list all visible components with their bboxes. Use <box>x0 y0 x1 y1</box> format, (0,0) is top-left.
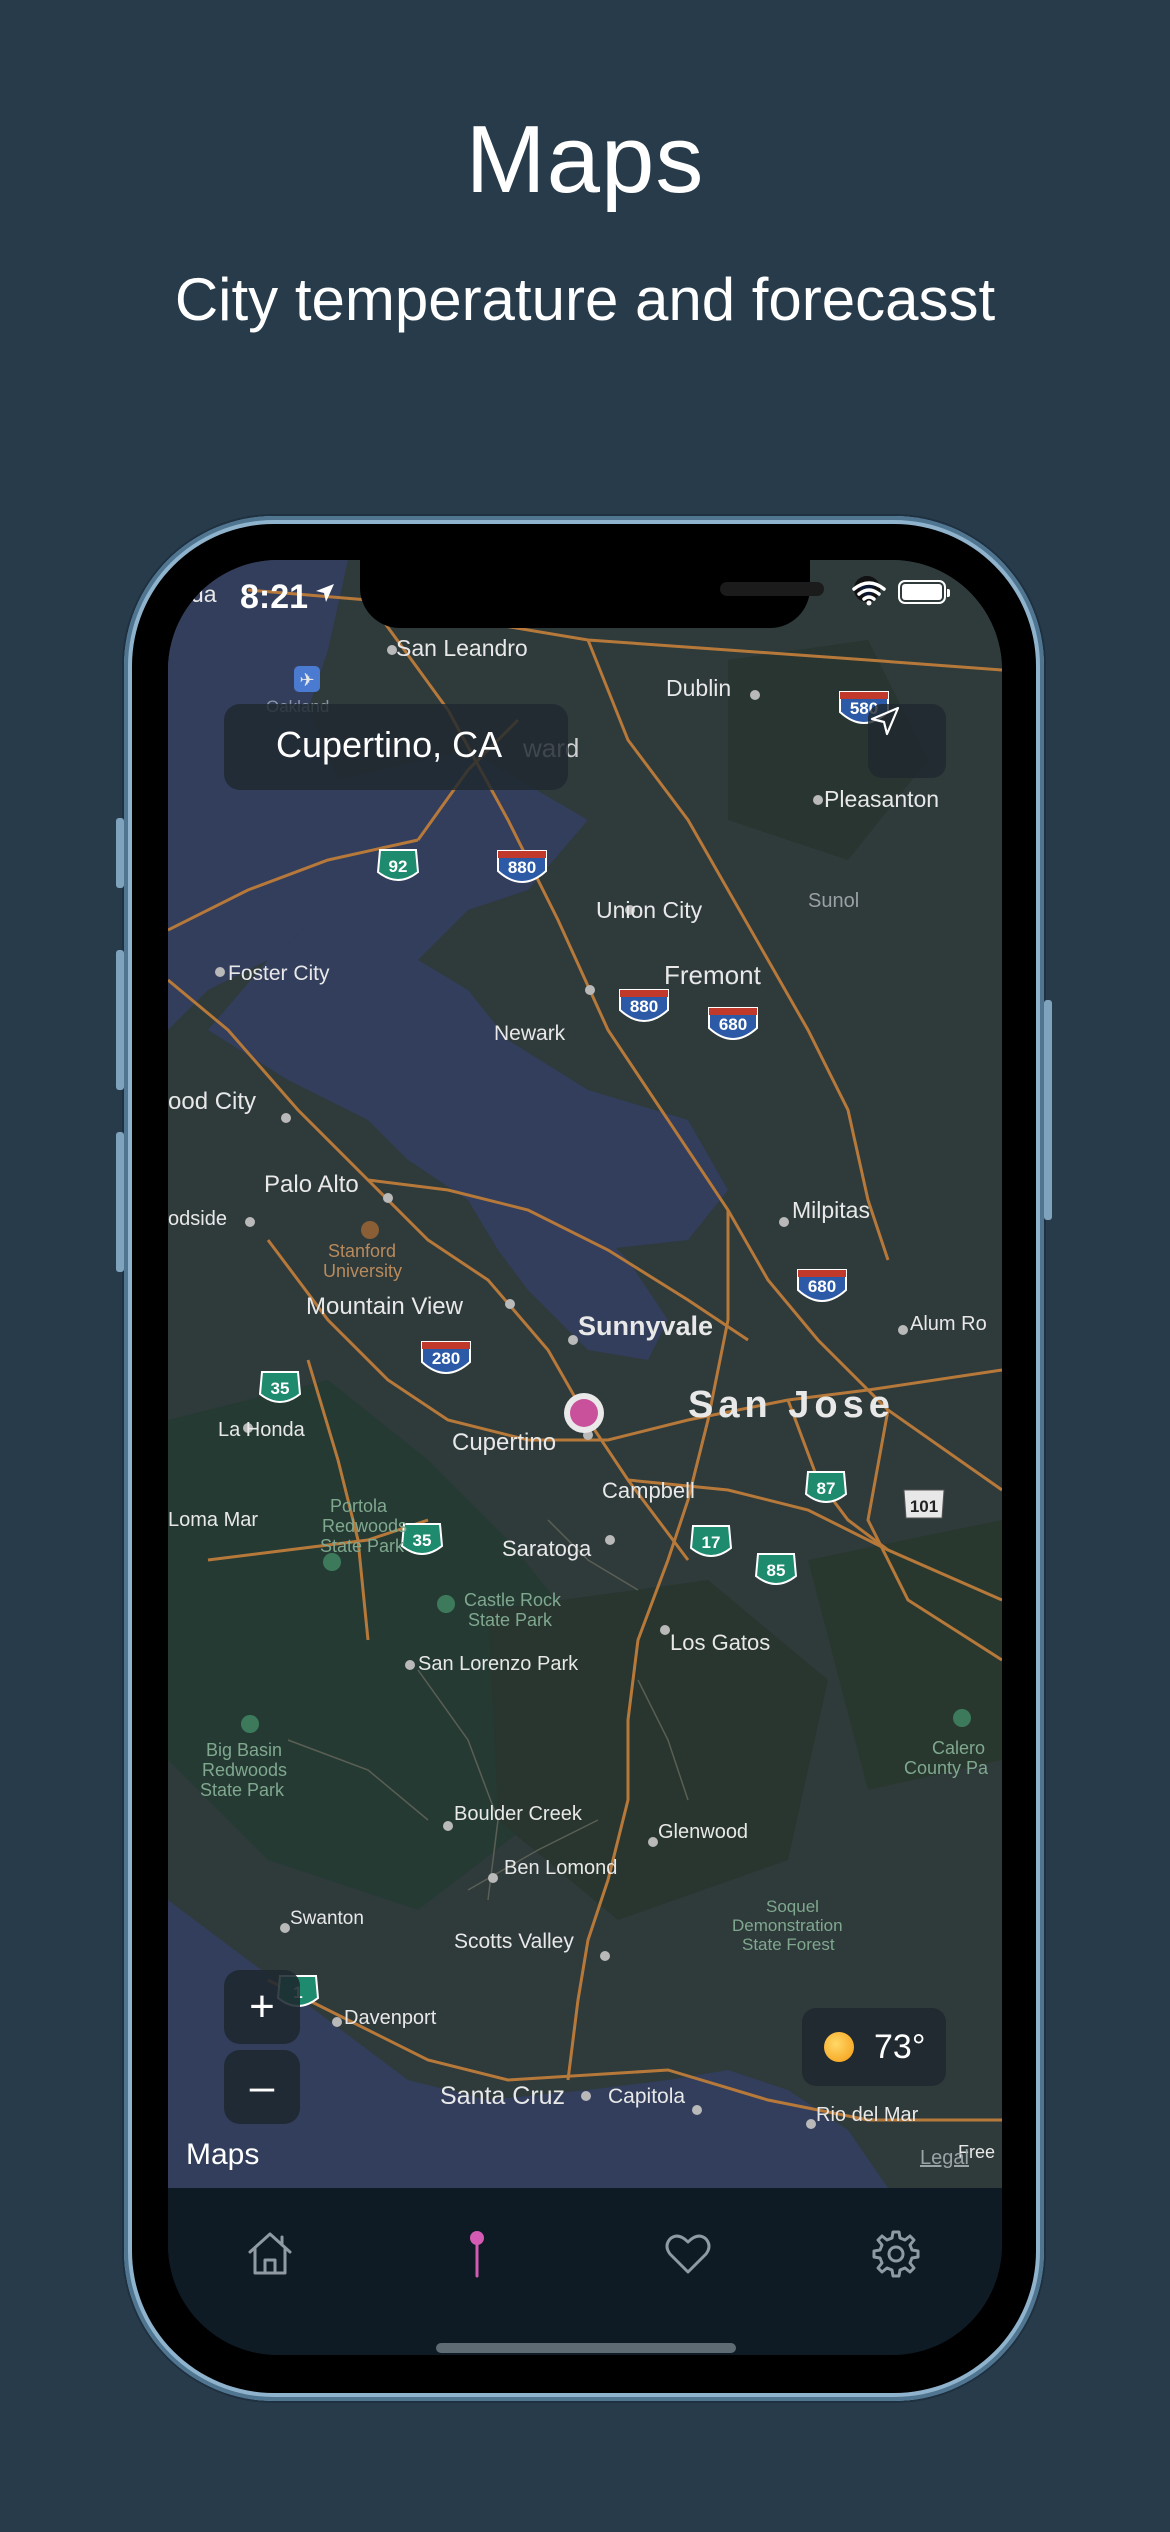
home-indicator[interactable] <box>436 2343 736 2353</box>
shield-92: 92 <box>389 857 408 876</box>
tab-map[interactable] <box>445 2222 509 2286</box>
map-label-fremont: Fremont <box>664 960 762 990</box>
temperature-value: 73° <box>874 2028 926 2066</box>
zoom-out-button[interactable]: – <box>224 2050 300 2124</box>
power-button <box>1044 1000 1052 1220</box>
maps-attribution: Maps <box>186 2138 259 2172</box>
map-label-dublin: Dublin <box>666 675 731 701</box>
map-label-pleasanton: Pleasanton <box>824 786 939 812</box>
map-label-capitola: Capitola <box>608 2085 685 2108</box>
notch <box>360 560 880 628</box>
tab-home[interactable] <box>238 2222 302 2286</box>
map-label-swanton: Swanton <box>290 1908 364 1929</box>
tab-settings[interactable] <box>864 2222 928 2286</box>
map-label-soquel-3: State Forest <box>742 1935 835 1954</box>
location-search-text: Cupertino, CA <box>276 724 503 765</box>
pin-icon <box>470 2231 484 2278</box>
heart-icon <box>665 2234 711 2274</box>
map-label-ben-lomond: Ben Lomond <box>504 1857 617 1879</box>
map-label-big-basin-1: Big Basin <box>206 1740 282 1760</box>
map-label-san-lorenzo-park: San Lorenzo Park <box>418 1653 579 1675</box>
page-title: Maps <box>465 106 705 213</box>
map-label-san-jose: San Jose <box>688 1384 895 1426</box>
map-label-big-basin-3: State Park <box>200 1780 285 1800</box>
page-subtitle: City temperature and forecasst <box>174 266 996 333</box>
map-label-la-honda: La Honda <box>218 1419 306 1441</box>
map-label-san-leandro: San Leandro <box>396 635 528 661</box>
map-label-davenport: Davenport <box>344 2007 437 2029</box>
shield-880-a: 880 <box>508 858 536 877</box>
map-label-scotts-valley: Scotts Valley <box>454 1930 574 1953</box>
map-label-campbell: Campbell <box>602 1478 695 1503</box>
tab-favorites[interactable] <box>656 2222 720 2286</box>
map-label-castle-rock-1: Castle Rock <box>464 1590 562 1610</box>
map-label-sunnyvale: Sunnyvale <box>578 1311 713 1341</box>
map-label-portola-2: Redwoods <box>322 1516 407 1536</box>
map-label-woodside: odside <box>168 1208 227 1230</box>
volume-up-button <box>116 950 124 1090</box>
svg-text:✈: ✈ <box>299 670 314 690</box>
map-label-loma-mar: Loma Mar <box>168 1509 258 1531</box>
wifi-icon <box>852 581 886 606</box>
shield-85: 85 <box>767 1561 786 1580</box>
weather-badge[interactable]: 73° <box>802 2008 946 2086</box>
shield-17: 17 <box>702 1533 721 1552</box>
map-label-milpitas: Milpitas <box>792 1197 870 1223</box>
shield-35-a: 35 <box>271 1379 290 1398</box>
location-search[interactable]: Cupertino, CA <box>224 704 568 790</box>
current-location-button[interactable] <box>868 704 946 778</box>
map-label-sunol: Sunol <box>808 890 859 912</box>
maps-attribution-text: Maps <box>186 2138 260 2171</box>
mute-switch <box>116 818 124 888</box>
status-time: 8:21 <box>240 578 309 616</box>
map-label-soquel-1: Soquel <box>766 1897 819 1916</box>
location-marker[interactable] <box>564 1393 604 1433</box>
map-label-redwood-city: ood City <box>168 1088 256 1115</box>
map-label-portola-1: Portola <box>330 1496 388 1516</box>
map-label-calero-2: County Pa <box>904 1758 989 1778</box>
shield-280: 280 <box>432 1349 460 1368</box>
tab-bar <box>168 2188 1002 2355</box>
map-label-stanford-university: University <box>323 1261 402 1281</box>
map-label-soquel-2: Demonstration <box>732 1916 843 1935</box>
map-label-newark: Newark <box>494 1022 566 1045</box>
map-view[interactable]: ✈ 580 880 880 680 680 280 92 35 35 87 17… <box>168 560 1002 2188</box>
location-services-icon <box>316 584 334 602</box>
map-label-glenwood: Glenwood <box>658 1821 748 1843</box>
map-label-palo-alto: Palo Alto <box>264 1171 359 1198</box>
map-label-santa-cruz: Santa Cruz <box>440 2082 565 2110</box>
map-label-castle-rock-2: State Park <box>468 1610 553 1630</box>
map-label-rio-del-mar: Rio del Mar <box>816 2104 919 2126</box>
sun-icon <box>824 2032 854 2062</box>
shield-680-b: 680 <box>808 1277 836 1296</box>
shield-880-b: 880 <box>630 997 658 1016</box>
map-label-alum-rock: Alum Ro <box>910 1313 987 1335</box>
map-label-union-city: Union City <box>596 897 703 923</box>
map-label-los-gatos: Los Gatos <box>670 1630 770 1655</box>
legal-link[interactable]: Legal <box>920 2147 969 2170</box>
map-label-big-basin-2: Redwoods <box>202 1760 287 1780</box>
shield-680-a: 680 <box>719 1015 747 1034</box>
map-label-portola-3: State Park <box>320 1536 405 1556</box>
shield-87: 87 <box>817 1479 836 1498</box>
map-label-stanford: Stanford <box>328 1241 396 1261</box>
battery-icon <box>898 580 950 604</box>
map-label-boulder-creek: Boulder Creek <box>454 1803 583 1825</box>
map-label-leda: leda <box>173 581 217 607</box>
shield-101: 101 <box>910 1497 938 1516</box>
shield-35-b: 35 <box>413 1531 432 1550</box>
volume-down-button <box>116 1132 124 1272</box>
map-label-saratoga: Saratoga <box>502 1536 592 1561</box>
map-label-foster-city: Foster City <box>228 962 330 985</box>
map-label-cupertino: Cupertino <box>452 1429 556 1456</box>
gear-icon <box>872 2230 920 2278</box>
map-label-mountain-view: Mountain View <box>306 1293 464 1320</box>
earpiece-speaker <box>720 582 824 596</box>
map-label-calero-1: Calero <box>932 1738 985 1758</box>
zoom-in-button[interactable]: + <box>224 1970 300 2044</box>
map-canvas: ✈ 580 880 880 680 680 280 92 35 35 87 17… <box>168 560 1002 2188</box>
navigation-arrow-icon <box>870 706 900 736</box>
home-icon <box>248 2232 292 2275</box>
phone-screen: ✈ 580 880 880 680 680 280 92 35 35 87 17… <box>168 560 1002 2355</box>
